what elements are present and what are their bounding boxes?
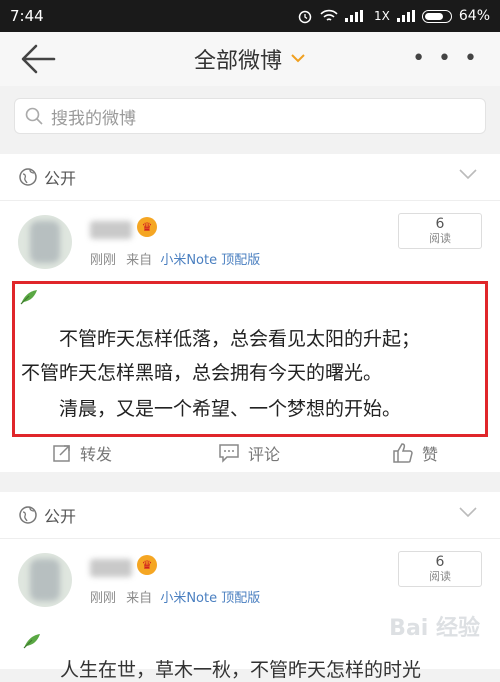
username-blurred[interactable]	[90, 559, 132, 577]
post-content-highlight: 不管昨天怎样低落，总会看见太阳的升起； 不管昨天怎样黑暗，总会拥有今天的曙光。 …	[12, 281, 488, 437]
wifi-icon	[320, 9, 338, 21]
read-count-box[interactable]: 6 阅读	[398, 551, 482, 587]
repost-label: 转发	[80, 445, 113, 464]
vip-badge-icon: ♛	[137, 217, 157, 237]
username-blurred[interactable]	[90, 221, 132, 239]
back-arrow-icon[interactable]	[20, 42, 56, 76]
avatar[interactable]	[18, 215, 72, 269]
chevron-down-icon[interactable]	[458, 506, 478, 518]
thumbs-up-icon	[393, 443, 413, 463]
post-text-line: 不管昨天怎样低落，总会看见太阳的升起；	[59, 328, 421, 350]
vip-badge-icon: ♛	[137, 555, 157, 575]
read-count: 6	[435, 554, 445, 570]
alarm-icon	[298, 10, 312, 24]
like-label: 赞	[422, 445, 439, 464]
search-input[interactable]: 搜我的微博	[14, 98, 486, 134]
search-area: 搜我的微博	[0, 86, 500, 148]
comment-icon	[219, 444, 239, 463]
post-time: 刚刚	[90, 253, 117, 268]
battery-icon	[421, 9, 452, 23]
chevron-down-icon	[290, 51, 306, 67]
source-prefix: 来自	[126, 591, 153, 606]
post-visibility-header: 公开	[0, 492, 500, 539]
leaf-icon	[22, 632, 42, 655]
weibo-post: 公开 ♛ 刚刚 来自 小米Note 顶配版 6 阅读	[0, 492, 500, 669]
avatar[interactable]	[18, 553, 72, 607]
post-actions: 转发 评论 赞	[0, 438, 500, 468]
post-meta: 刚刚 来自 小米Note 顶配版	[90, 249, 260, 268]
post-source[interactable]: 小米Note 顶配版	[160, 253, 260, 268]
comment-button[interactable]: 评论	[218, 441, 280, 465]
status-bar: 7:44 1X 64%	[0, 0, 500, 32]
post-text-line: 不管昨天怎样黑暗，总会拥有今天的曙光。	[21, 362, 383, 384]
post-text-line: 清晨，又是一个希望、一个梦想的开始。	[59, 398, 402, 420]
post-time: 刚刚	[90, 591, 117, 606]
read-label: 阅读	[429, 232, 451, 245]
status-icons: 1X 64%	[297, 8, 490, 24]
read-label: 阅读	[429, 570, 451, 583]
signal-icon	[345, 10, 364, 22]
post-source[interactable]: 小米Note 顶配版	[160, 591, 260, 606]
search-placeholder: 搜我的微博	[51, 108, 136, 129]
chevron-down-icon[interactable]	[458, 168, 478, 180]
status-time: 7:44	[10, 7, 44, 25]
page-title-text: 全部微博	[193, 49, 282, 74]
post-separator	[0, 472, 500, 492]
signal-icon-2	[396, 10, 415, 22]
post-visibility-header: 公开	[0, 154, 500, 201]
like-button[interactable]: 赞	[392, 441, 438, 465]
search-icon	[25, 107, 43, 125]
post-author-row: ♛ 刚刚 来自 小米Note 顶配版 6 阅读	[0, 201, 500, 287]
source-prefix: 来自	[126, 253, 153, 268]
app-header: 全部微博 • • •	[0, 32, 500, 86]
repost-icon	[53, 445, 70, 462]
visibility-label: 公开	[44, 507, 77, 526]
comment-label: 评论	[248, 445, 281, 464]
more-menu-icon[interactable]: • • •	[412, 46, 480, 71]
network-type: 1X	[374, 9, 390, 23]
watermark-logo: Bai 经验	[389, 616, 480, 641]
globe-icon	[19, 168, 37, 186]
battery-level: 64%	[458, 8, 490, 24]
read-count: 6	[435, 216, 445, 232]
read-count-box[interactable]: 6 阅读	[398, 213, 482, 249]
leaf-icon	[19, 288, 39, 311]
post-meta: 刚刚 来自 小米Note 顶配版	[90, 587, 260, 606]
globe-icon	[19, 506, 37, 524]
repost-button[interactable]: 转发	[52, 441, 112, 465]
visibility-label: 公开	[44, 169, 77, 188]
